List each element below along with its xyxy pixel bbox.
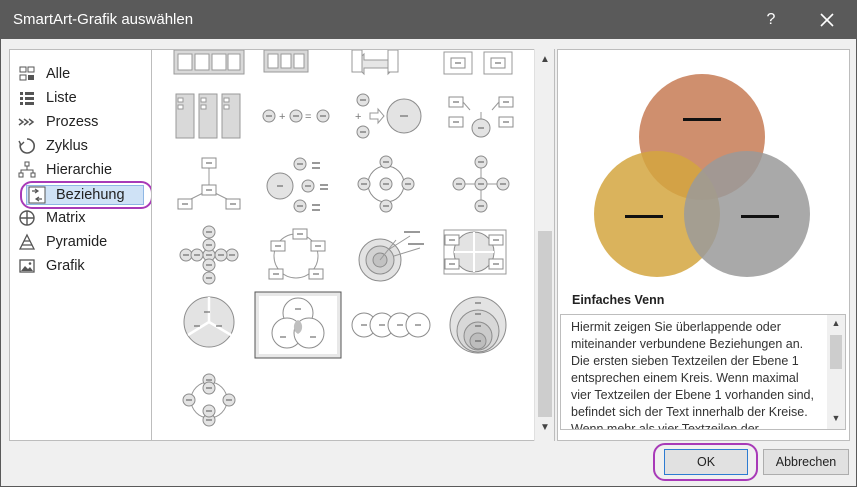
category-label: Alle [46, 66, 71, 82]
ok-button[interactable]: OK [664, 449, 748, 475]
category-label: Liste [46, 90, 77, 106]
layout-thumbnail[interactable] [358, 231, 424, 282]
layout-thumbnail[interactable] [452, 155, 510, 213]
scroll-up-icon[interactable]: ▲ [830, 318, 842, 328]
cancel-button[interactable]: Abbrechen [763, 449, 849, 475]
category-alle[interactable]: Alle [18, 62, 146, 86]
layout-thumbnail[interactable] [263, 50, 309, 73]
category-label: Beziehung [56, 187, 125, 203]
svg-text:=: = [305, 111, 311, 123]
text-placeholder [683, 118, 721, 121]
list-icon [20, 92, 34, 105]
layout-thumbnail[interactable] [175, 93, 241, 139]
matrix-icon [19, 210, 35, 226]
venn-preview [594, 74, 810, 277]
pyramid-icon [18, 233, 36, 250]
scroll-down-icon[interactable]: ▼ [830, 413, 842, 423]
category-label: Prozess [46, 114, 99, 130]
layout-thumbnail[interactable] [357, 155, 415, 213]
process-icon [18, 118, 35, 126]
category-label: Pyramide [46, 234, 108, 250]
scroll-down-icon[interactable]: ▼ [538, 421, 552, 435]
category-label: Matrix [46, 210, 86, 226]
category-list: Alle Liste Prozess Zyklus Hierarchie Bez… [9, 49, 153, 441]
layout-gallery: + = + [151, 49, 555, 441]
layout-thumbnail[interactable] [351, 50, 399, 76]
gallery-scrollbar[interactable]: ▲ ▼ [534, 49, 554, 441]
layout-thumbnail[interactable] [173, 50, 245, 75]
dialog-title: SmartArt-Grafik auswählen [13, 11, 194, 28]
layout-thumbnail[interactable] [351, 312, 431, 338]
smartart-dialog: SmartArt-Grafik auswählen ? Alle Liste P… [0, 0, 857, 487]
category-label: Grafik [46, 258, 85, 274]
help-button[interactable]: ? [759, 8, 783, 32]
category-matrix[interactable]: Matrix [18, 206, 146, 230]
layout-thumbnail[interactable] [177, 157, 241, 210]
scroll-up-icon[interactable]: ▲ [538, 53, 552, 67]
layout-description: Hiermit zeigen Sie überlappende oder mit… [571, 320, 814, 430]
layout-thumbnail[interactable] [183, 296, 235, 348]
category-zyklus[interactable]: Zyklus [18, 134, 146, 158]
hierarchy-icon [18, 161, 36, 178]
all-grid-icon [19, 66, 35, 81]
layout-name: Einfaches Venn [572, 293, 665, 307]
preview-panel: Einfaches Venn Hiermit zeigen Sie überla… [557, 49, 850, 441]
layout-thumbnail[interactable] [449, 296, 507, 354]
venn-circle-right [684, 151, 810, 277]
layout-thumbnail[interactable] [443, 229, 507, 275]
category-prozess[interactable]: Prozess [18, 110, 146, 134]
close-button[interactable] [813, 8, 841, 32]
category-grafik[interactable]: Grafik [18, 254, 146, 278]
layout-thumbnail[interactable] [268, 228, 326, 280]
title-bar: SmartArt-Grafik auswählen ? [1, 1, 856, 39]
layout-thumbnail[interactable]: + = [262, 109, 330, 123]
layout-thumbnail[interactable] [443, 51, 513, 75]
relationship-icon [28, 186, 46, 204]
category-hierarchie[interactable]: Hierarchie [18, 158, 146, 182]
layout-thumbnail[interactable]: + [355, 93, 422, 139]
text-placeholder [625, 215, 663, 218]
close-icon [820, 13, 834, 27]
category-label: Zyklus [46, 138, 88, 154]
category-beziehung[interactable]: Beziehung [20, 181, 153, 209]
text-placeholder [741, 215, 779, 218]
layout-thumbnail[interactable] [448, 96, 514, 138]
category-liste[interactable]: Liste [18, 86, 146, 110]
scroll-thumb[interactable] [830, 335, 842, 369]
category-pyramide[interactable]: Pyramide [18, 230, 146, 254]
basic-venn-thumbnail[interactable] [254, 291, 342, 359]
description-box: Hiermit zeigen Sie überlappende oder mit… [560, 314, 846, 430]
category-label: Hierarchie [46, 162, 113, 178]
cycle-icon [18, 138, 35, 154]
svg-text:+: + [355, 111, 361, 123]
picture-icon [19, 259, 35, 273]
scroll-thumb[interactable] [538, 231, 552, 417]
layout-thumbnail[interactable] [179, 225, 239, 285]
description-scrollbar[interactable]: ▲ ▼ [827, 315, 845, 429]
layout-thumbnail[interactable] [266, 157, 328, 213]
svg-text:+: + [279, 111, 285, 123]
layout-thumbnail[interactable] [182, 373, 236, 427]
